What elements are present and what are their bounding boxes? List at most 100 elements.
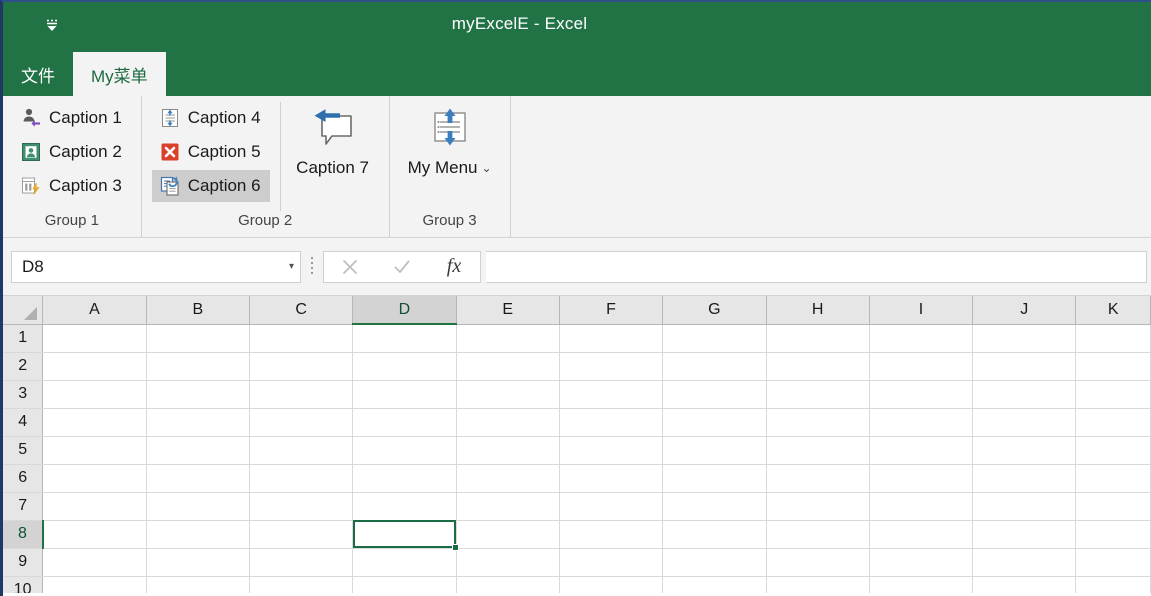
cell-I2[interactable] <box>869 352 972 380</box>
column-header-F[interactable]: F <box>559 296 662 324</box>
cell-F10[interactable] <box>559 576 662 593</box>
cell-A10[interactable] <box>43 576 146 593</box>
cell-J6[interactable] <box>973 464 1076 492</box>
cell-A4[interactable] <box>43 408 146 436</box>
cell-J3[interactable] <box>973 380 1076 408</box>
cell-G9[interactable] <box>663 548 766 576</box>
cell-B4[interactable] <box>146 408 249 436</box>
column-header-E[interactable]: E <box>456 296 559 324</box>
cell-K5[interactable] <box>1076 436 1151 464</box>
cell-F3[interactable] <box>559 380 662 408</box>
ribbon-menu-my-menu[interactable]: My Menu⌄ <box>404 102 496 184</box>
cell-K10[interactable] <box>1076 576 1151 593</box>
cell-E8[interactable] <box>456 520 559 548</box>
cell-B1[interactable] <box>146 324 249 352</box>
ribbon-button-caption-2[interactable]: Caption 2 <box>13 136 131 168</box>
formula-input[interactable] <box>486 251 1147 283</box>
row-header-7[interactable]: 7 <box>3 492 43 520</box>
ribbon-button-caption-6[interactable]: Caption 6 <box>152 170 270 202</box>
ribbon-button-caption-1[interactable]: Caption 1 <box>13 102 131 134</box>
cancel-x-icon[interactable] <box>324 252 376 282</box>
cell-F4[interactable] <box>559 408 662 436</box>
cell-B2[interactable] <box>146 352 249 380</box>
cell-H1[interactable] <box>766 324 869 352</box>
cell-E2[interactable] <box>456 352 559 380</box>
cell-H6[interactable] <box>766 464 869 492</box>
cell-D5[interactable] <box>353 436 456 464</box>
cell-J2[interactable] <box>973 352 1076 380</box>
cell-F5[interactable] <box>559 436 662 464</box>
cell-B3[interactable] <box>146 380 249 408</box>
cell-H10[interactable] <box>766 576 869 593</box>
cell-H9[interactable] <box>766 548 869 576</box>
chevron-down-icon[interactable]: ⌄ <box>481 158 491 179</box>
row-header-6[interactable]: 6 <box>3 464 43 492</box>
cell-G1[interactable] <box>663 324 766 352</box>
row-header-4[interactable]: 4 <box>3 408 43 436</box>
cell-A3[interactable] <box>43 380 146 408</box>
cell-G8[interactable] <box>663 520 766 548</box>
cell-C5[interactable] <box>249 436 352 464</box>
cell-I3[interactable] <box>869 380 972 408</box>
cell-A6[interactable] <box>43 464 146 492</box>
cell-J1[interactable] <box>973 324 1076 352</box>
cell-I4[interactable] <box>869 408 972 436</box>
cell-A9[interactable] <box>43 548 146 576</box>
column-header-D[interactable]: D <box>353 296 456 324</box>
cell-J10[interactable] <box>973 576 1076 593</box>
cell-G3[interactable] <box>663 380 766 408</box>
column-header-J[interactable]: J <box>973 296 1076 324</box>
row-header-10[interactable]: 10 <box>3 576 43 593</box>
ribbon-button-caption-5[interactable]: Caption 5 <box>152 136 270 168</box>
cell-C3[interactable] <box>249 380 352 408</box>
cell-C4[interactable] <box>249 408 352 436</box>
cell-A7[interactable] <box>43 492 146 520</box>
cell-I1[interactable] <box>869 324 972 352</box>
cell-H8[interactable] <box>766 520 869 548</box>
select-all-corner[interactable] <box>3 296 43 324</box>
cell-K9[interactable] <box>1076 548 1151 576</box>
cell-D2[interactable] <box>353 352 456 380</box>
tab-file[interactable]: 文件 <box>3 52 73 96</box>
cell-B7[interactable] <box>146 492 249 520</box>
cell-J7[interactable] <box>973 492 1076 520</box>
cell-K4[interactable] <box>1076 408 1151 436</box>
cell-D4[interactable] <box>353 408 456 436</box>
cell-H5[interactable] <box>766 436 869 464</box>
ribbon-button-caption-4[interactable]: Caption 4 <box>152 102 270 134</box>
cell-K6[interactable] <box>1076 464 1151 492</box>
column-header-K[interactable]: K <box>1076 296 1151 324</box>
cell-A1[interactable] <box>43 324 146 352</box>
cell-J4[interactable] <box>973 408 1076 436</box>
cell-D1[interactable] <box>353 324 456 352</box>
cell-D8[interactable] <box>353 520 456 548</box>
cell-C1[interactable] <box>249 324 352 352</box>
row-header-5[interactable]: 5 <box>3 436 43 464</box>
ribbon-button-caption-3[interactable]: Caption 3 <box>13 170 131 202</box>
cell-E3[interactable] <box>456 380 559 408</box>
row-header-2[interactable]: 2 <box>3 352 43 380</box>
cell-C7[interactable] <box>249 492 352 520</box>
chevron-down-icon[interactable]: ▾ <box>289 261 294 272</box>
ribbon-button-caption-7[interactable]: Caption 7 <box>287 102 379 183</box>
cell-D3[interactable] <box>353 380 456 408</box>
cell-K7[interactable] <box>1076 492 1151 520</box>
cell-C2[interactable] <box>249 352 352 380</box>
cell-F1[interactable] <box>559 324 662 352</box>
cell-B6[interactable] <box>146 464 249 492</box>
cell-H7[interactable] <box>766 492 869 520</box>
tab-my-menu[interactable]: My菜单 <box>73 52 166 96</box>
cell-G7[interactable] <box>663 492 766 520</box>
name-box[interactable]: D8 ▾ <box>11 251 301 283</box>
column-header-B[interactable]: B <box>146 296 249 324</box>
column-header-A[interactable]: A <box>43 296 146 324</box>
cell-E4[interactable] <box>456 408 559 436</box>
cell-H2[interactable] <box>766 352 869 380</box>
cell-B10[interactable] <box>146 576 249 593</box>
column-header-G[interactable]: G <box>663 296 766 324</box>
cell-F2[interactable] <box>559 352 662 380</box>
row-header-9[interactable]: 9 <box>3 548 43 576</box>
cell-D9[interactable] <box>353 548 456 576</box>
cell-I6[interactable] <box>869 464 972 492</box>
cell-D6[interactable] <box>353 464 456 492</box>
